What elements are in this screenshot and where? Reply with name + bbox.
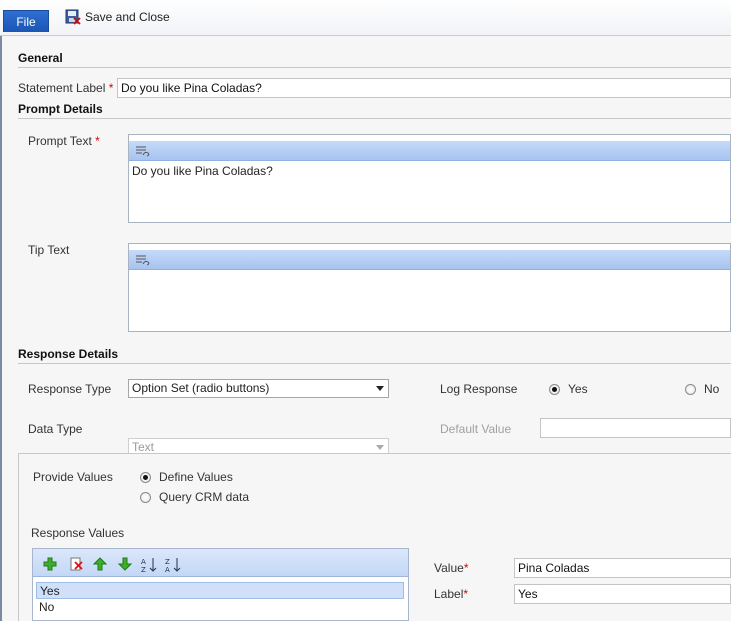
sort-descending-icon[interactable]: ZA (165, 557, 181, 574)
log-yes-label: Yes (568, 382, 588, 396)
query-crm-radio[interactable] (140, 491, 151, 503)
tip-editor-toolbar (129, 250, 730, 270)
query-crm-option[interactable]: Query CRM data (140, 490, 249, 504)
prompt-divider (18, 118, 731, 119)
delete-icon[interactable] (69, 557, 83, 571)
required-indicator: * (463, 587, 469, 601)
response-section-title: Response Details (18, 347, 119, 361)
tip-text-caption: Tip Text (28, 243, 70, 257)
general-divider (18, 67, 731, 68)
file-tab[interactable]: File (3, 10, 49, 32)
response-divider (18, 363, 731, 364)
response-values-caption: Response Values (31, 526, 125, 540)
list-item[interactable]: Yes (36, 582, 404, 599)
query-crm-label: Query CRM data (159, 490, 250, 504)
log-no-label: No (704, 382, 720, 396)
rich-text-editor-icon[interactable] (135, 253, 151, 267)
value-input[interactable]: Pina Coladas (514, 558, 731, 578)
define-values-label: Define Values (159, 470, 233, 484)
chevron-down-icon (376, 386, 384, 391)
default-value-caption: Default Value (440, 422, 512, 436)
required-indicator: * (108, 81, 114, 95)
sort-ascending-icon[interactable]: AZ (141, 557, 157, 574)
statement-label-input[interactable]: Do you like Pina Coladas? (117, 78, 731, 98)
tip-text-editor[interactable] (128, 243, 731, 332)
default-value-input[interactable] (540, 418, 731, 438)
arrow-down-icon[interactable] (117, 557, 133, 571)
log-response-caption: Log Response (440, 382, 518, 396)
data-type-caption: Data Type (28, 422, 83, 436)
add-icon[interactable] (43, 557, 57, 571)
svg-text:Z: Z (141, 566, 146, 573)
response-type-caption: Response Type (28, 382, 112, 396)
value-caption: Value* (434, 561, 469, 575)
arrow-up-icon[interactable] (92, 557, 108, 571)
tip-text-content[interactable] (129, 270, 730, 276)
label-input[interactable]: Yes (514, 584, 731, 604)
prompt-section-title: Prompt Details (18, 102, 103, 116)
label-caption: Label* (434, 587, 469, 601)
svg-text:A: A (141, 558, 146, 566)
required-indicator: * (463, 561, 469, 575)
prompt-text-editor[interactable]: Do you like Pina Coladas? (128, 134, 731, 223)
response-type-value: Option Set (radio buttons) (132, 381, 270, 395)
data-type-value: Text (132, 440, 155, 454)
log-response-no-option[interactable]: No (685, 382, 719, 396)
define-values-radio[interactable] (140, 471, 151, 483)
define-values-option[interactable]: Define Values (140, 470, 233, 484)
save-and-close-label: Save and Close (85, 10, 170, 24)
chevron-down-icon (376, 445, 384, 450)
provide-values-caption: Provide Values (33, 470, 113, 484)
general-section-title: General (18, 51, 63, 65)
response-values-toolbar: AZ ZA (33, 549, 408, 577)
save-close-icon (65, 9, 81, 25)
prompt-editor-toolbar (129, 141, 730, 161)
window-left-border (0, 36, 2, 621)
prompt-text-caption: Prompt Text * (28, 134, 100, 148)
save-and-close-button[interactable]: Save and Close (65, 7, 170, 27)
svg-text:Z: Z (165, 558, 170, 566)
prompt-text-content[interactable]: Do you like Pina Coladas? (129, 161, 730, 181)
log-yes-radio[interactable] (549, 383, 560, 395)
log-response-yes-option[interactable]: Yes (549, 382, 588, 396)
rich-text-editor-icon[interactable] (135, 144, 151, 158)
svg-text:A: A (165, 566, 170, 573)
required-indicator: * (95, 134, 100, 148)
statement-label-caption: Statement Label * (18, 81, 114, 95)
log-no-radio[interactable] (685, 383, 696, 395)
response-type-select[interactable]: Option Set (radio buttons) (128, 379, 389, 398)
response-values-list[interactable]: AZ ZA Yes No (32, 548, 409, 621)
list-item[interactable]: No (36, 599, 404, 616)
